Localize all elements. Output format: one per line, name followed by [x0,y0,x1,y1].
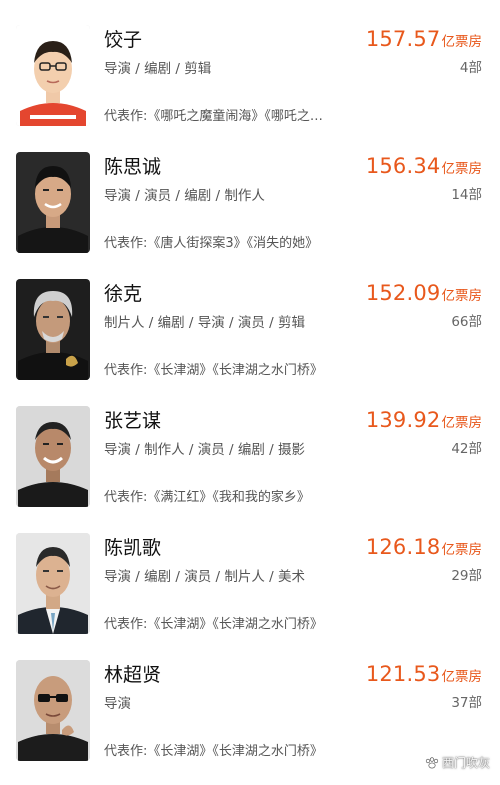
person-name: 饺子 [104,29,143,51]
box-office-value: 139.92 [365,408,441,432]
box-office-value: 121.53 [365,662,441,686]
person-roles: 导演 / 演员 / 编剧 / 制作人 [104,188,265,204]
film-count: 66部 [451,314,482,330]
avatar[interactable] [16,25,90,126]
film-count: 42部 [451,441,482,457]
box-office-value: 152.09 [365,281,441,305]
film-count: 29部 [451,568,482,584]
representative-works[interactable]: 代表作:《唐人街探案3》《消失的她》 [104,234,330,254]
list-item[interactable]: 徐克 制片人 / 编剧 / 导演 / 演员 / 剪辑 代表作:《长津湖》《长津湖… [0,254,500,381]
representative-works[interactable]: 代表作:《哪吒之魔童闹海》《哪吒之魔童降世》 [104,107,330,127]
person-name: 陈凯歌 [104,537,162,559]
box-office-value: 156.34 [365,154,441,178]
representative-works[interactable]: 代表作:《长津湖》《长津湖之水门桥》 [104,742,330,762]
person-roles: 导演 / 编剧 / 剪辑 [104,61,212,77]
film-count: 4部 [459,60,482,76]
director-list: 饺子 导演 / 编剧 / 剪辑 代表作:《哪吒之魔童闹海》《哪吒之魔童降世》 1… [0,0,500,762]
box-office: 152.09亿票房 [366,281,482,305]
paw-icon [425,756,439,769]
person-name: 张艺谋 [104,410,162,432]
representative-works[interactable]: 代表作:《长津湖》《长津湖之水门桥》 [104,361,330,381]
person-roles: 导演 / 制作人 / 演员 / 编剧 / 摄影 [104,442,306,458]
representative-works[interactable]: 代表作:《长津湖》《长津湖之水门桥》 [104,615,330,635]
person-name: 林超贤 [104,664,162,686]
box-office: 126.18亿票房 [366,535,482,559]
person-roles: 导演 / 编剧 / 演员 / 制片人 / 美术 [104,569,306,585]
list-item[interactable]: 林超贤 导演 代表作:《长津湖》《长津湖之水门桥》 121.53亿票房 37部 [0,635,500,762]
box-office-unit: 亿票房 [441,669,483,685]
avatar[interactable] [16,533,90,634]
person-roles: 导演 [104,696,131,712]
watermark-text: 西门吹灰 [441,756,490,770]
person-roles: 制片人 / 编剧 / 导演 / 演员 / 剪辑 [104,315,306,331]
avatar[interactable] [16,660,90,761]
avatar[interactable] [16,152,90,253]
list-item[interactable]: 陈思诚 导演 / 演员 / 编剧 / 制作人 代表作:《唐人街探案3》《消失的她… [0,127,500,254]
list-item[interactable]: 张艺谋 导演 / 制作人 / 演员 / 编剧 / 摄影 代表作:《满江红》《我和… [0,381,500,508]
box-office: 139.92亿票房 [366,408,482,432]
box-office-unit: 亿票房 [441,161,483,177]
representative-works[interactable]: 代表作:《满江红》《我和我的家乡》 [104,488,330,508]
watermark: 西门吹灰 [425,754,490,771]
box-office-unit: 亿票房 [441,34,483,50]
box-office-unit: 亿票房 [441,288,483,304]
box-office: 156.34亿票房 [366,154,482,178]
film-count: 14部 [451,187,482,203]
list-item[interactable]: 陈凯歌 导演 / 编剧 / 演员 / 制片人 / 美术 代表作:《长津湖》《长津… [0,508,500,635]
box-office-unit: 亿票房 [441,542,483,558]
box-office-unit: 亿票房 [441,415,483,431]
person-name: 陈思诚 [104,156,162,178]
avatar[interactable] [16,279,90,380]
box-office-value: 157.57 [365,27,441,51]
box-office-value: 126.18 [365,535,441,559]
box-office: 121.53亿票房 [366,662,482,686]
box-office: 157.57亿票房 [366,27,482,51]
film-count: 37部 [451,695,482,711]
person-name: 徐克 [104,283,143,305]
avatar[interactable] [16,406,90,507]
list-item[interactable]: 饺子 导演 / 编剧 / 剪辑 代表作:《哪吒之魔童闹海》《哪吒之魔童降世》 1… [0,0,500,127]
